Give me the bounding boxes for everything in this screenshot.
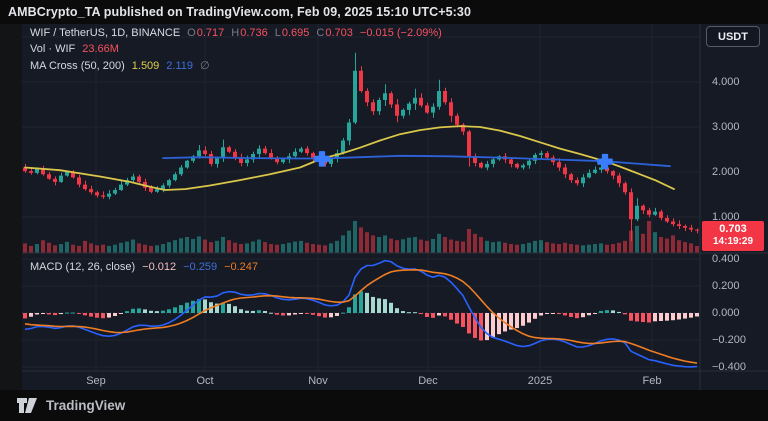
time-tick-label: Dec	[418, 375, 438, 387]
symbol-legend-row[interactable]: WIF / TetherUS, 1D, BINANCE O0.717 H0.73…	[30, 27, 442, 39]
time-tick-label: Sep	[86, 375, 106, 387]
volume-label: Vol · WIF	[30, 43, 75, 55]
time-tick-label: Feb	[643, 375, 662, 387]
time-tick-label: Oct	[196, 375, 213, 387]
macd-tick-label: −0.400	[712, 360, 746, 374]
time-tick-label: Nov	[308, 375, 328, 387]
ma-cross-legend-row[interactable]: MA Cross (50, 200) 1.509 2.119 ∅	[30, 59, 210, 72]
macd-tick-label: 0.400	[712, 252, 740, 266]
last-price-label: 0.703 14:19:29	[702, 221, 764, 251]
last-price-value: 0.703	[702, 223, 764, 236]
ohlc-close: C0.703	[316, 27, 352, 39]
price-tick-label: 4.000	[712, 75, 740, 89]
tradingview-logo-icon	[16, 397, 39, 414]
tradingview-brand-link[interactable]: TradingView	[46, 398, 125, 413]
ohlc-low: L0.695	[275, 27, 310, 39]
currency-toggle-button[interactable]: USDT	[706, 26, 760, 47]
macd-signal-value: −0.247	[224, 261, 258, 273]
tradingview-published-chart: AMBCrypto_TA published on TradingView.co…	[0, 0, 768, 421]
macd-label: MACD (12, 26, close)	[30, 261, 135, 273]
price-tick-label: 1.000	[712, 210, 740, 224]
macd-tick-label: 0.200	[712, 279, 740, 293]
macd-line-value: −0.259	[183, 261, 217, 273]
ma200-value: 2.119	[166, 60, 193, 72]
candle-countdown: 14:19:29	[702, 236, 764, 248]
change-value: −0.015 (−2.09%)	[360, 27, 442, 39]
ohlc-high: H0.736	[231, 27, 267, 39]
ohlc-open: O0.717	[187, 27, 224, 39]
price-tick-label: 2.000	[712, 165, 740, 179]
empty-set-icon: ∅	[200, 59, 210, 72]
macd-legend-row[interactable]: MACD (12, 26, close) −0.012 −0.259 −0.24…	[30, 261, 258, 273]
ma-cross-label: MA Cross (50, 200)	[30, 60, 125, 72]
time-tick-label: 2025	[528, 375, 552, 387]
footer-bar: TradingView	[0, 390, 768, 421]
macd-tick-label: −0.200	[712, 333, 746, 347]
price-tick-label: 3.000	[712, 120, 740, 134]
symbol-title: WIF / TetherUS, 1D, BINANCE	[30, 27, 180, 39]
macd-hist-value: −0.012	[142, 261, 176, 273]
macd-tick-label: 0.000	[712, 306, 740, 320]
volume-legend-row[interactable]: Vol · WIF 23.66M	[30, 43, 119, 55]
volume-value: 23.66M	[82, 43, 119, 55]
ma50-value: 1.509	[132, 60, 160, 72]
